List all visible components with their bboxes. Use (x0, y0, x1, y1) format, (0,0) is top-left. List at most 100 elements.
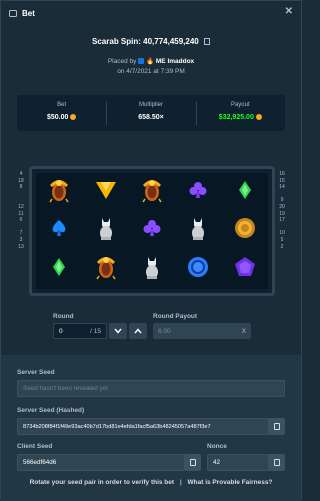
copy-icon (274, 459, 280, 466)
payline-number: 9 (280, 197, 284, 204)
payline-number: 5 (280, 236, 284, 243)
round-value: 0 (59, 327, 63, 335)
reel-cell (222, 250, 268, 289)
vip-badge-icon (138, 58, 145, 64)
rotate-seed-link[interactable]: Rotate your seed pair in order to verify… (30, 479, 174, 486)
round-next-button[interactable] (129, 323, 147, 339)
payline-number: 2 (280, 243, 284, 250)
payline-number: 15 (279, 177, 285, 184)
scarab-icon (47, 177, 71, 208)
provable-fairness-link[interactable]: What is Provable Fairness? (188, 479, 273, 486)
stat-payout: Payout $32,925.00 (195, 95, 285, 131)
payline-number: 13 (18, 243, 24, 250)
diamond-icon (52, 257, 66, 282)
username-link[interactable]: ME Imaddox (156, 58, 194, 65)
multiplier-x-icon: X (241, 327, 246, 335)
copy-hashed-button[interactable] (269, 418, 285, 435)
payline-number: 10 (279, 230, 285, 237)
reel-grid (36, 173, 268, 289)
pentagon-gem-icon (234, 256, 256, 283)
close-icon[interactable]: ✕ (285, 6, 293, 17)
spade-icon (50, 219, 68, 242)
payline-number: 12 (18, 203, 24, 210)
payline-numbers-right: 16 15 14 9 20 19 17 10 5 2 (278, 171, 286, 250)
payline-number: 11 (18, 210, 24, 217)
copy-client-seed-button[interactable] (185, 454, 201, 471)
reel-cell (36, 212, 82, 251)
scarab-icon (140, 177, 164, 208)
payline-number: 3 (19, 236, 23, 243)
client-seed-label: Client Seed (17, 443, 53, 450)
coin-icon (234, 217, 256, 244)
nonce-label: Nonce (207, 443, 227, 450)
bet-modal: Bet ✕ Scarab Spin: 40,774,459,240 Placed… (0, 0, 302, 501)
reel-cell (175, 212, 221, 251)
chevron-down-icon (114, 328, 122, 334)
stat-payout-label: Payout (230, 102, 250, 108)
stat-bet: Bet $50.00 (17, 95, 106, 131)
cat-statue-icon (144, 255, 160, 284)
coin-icon (70, 114, 77, 120)
payline-number: 17 (279, 217, 285, 224)
round-prev-button[interactable] (109, 323, 127, 339)
stat-multiplier-label: Multiplier (138, 102, 163, 108)
reel-cell (222, 173, 268, 212)
spin-title-text: Scarab Spin: 40,774,459,240 (92, 37, 199, 46)
coin-icon (255, 114, 262, 120)
footer-separator: | (179, 479, 182, 486)
reel-cell (175, 173, 221, 212)
club-icon (189, 181, 207, 204)
payline-number (278, 224, 286, 231)
stat-multiplier-value: 658.50× (138, 114, 164, 121)
reel-cell (36, 250, 82, 289)
reel-cell (82, 212, 128, 251)
chevron-up-icon (134, 328, 142, 334)
fairness-footer: Rotate your seed pair in order to verify… (1, 479, 301, 486)
slot-board (29, 166, 275, 296)
copy-icon[interactable] (203, 38, 210, 45)
ring-icon (186, 255, 210, 284)
reel-cell (36, 173, 82, 212)
round-payout-value: 6.00 (158, 327, 171, 335)
server-seed-label: Server Seed (17, 369, 55, 376)
cat-statue-icon (98, 216, 114, 245)
placed-info: Placed by 🔥 ME Imaddox on 4/7/2021 at 7:… (1, 57, 301, 77)
payline-number: 6 (19, 217, 23, 224)
copy-nonce-button[interactable] (269, 454, 285, 471)
round-payout-label: Round Payout (153, 313, 198, 320)
round-label: Round (53, 313, 74, 320)
ticket-icon (9, 9, 17, 17)
diamond-icon (238, 180, 252, 205)
payline-number (17, 197, 25, 204)
nonce-field[interactable]: 42 (207, 454, 269, 471)
copy-icon (274, 423, 280, 430)
title-bar: Bet ✕ (1, 1, 301, 25)
placed-date: on 4/7/2021 at 7:39 PM (117, 68, 185, 75)
cat-statue-icon (190, 216, 206, 245)
stat-multiplier: Multiplier 658.50× (106, 95, 195, 131)
reel-cell (175, 250, 221, 289)
reel-cell (129, 173, 175, 212)
payline-number: 19 (279, 210, 285, 217)
stat-bet-label: Bet (57, 102, 67, 108)
payline-number (17, 191, 25, 198)
stat-payout-value: $32,925.00 (218, 114, 254, 121)
payline-number: 18 (18, 177, 24, 184)
server-seed-hashed-label: Server Seed (Hashed) (17, 407, 85, 414)
round-payout-field: 6.00 X (153, 323, 251, 339)
client-seed-field[interactable]: 566edf64d6 (17, 454, 185, 471)
reel-cell (129, 212, 175, 251)
payline-number: 7 (19, 230, 23, 237)
reel-cell (82, 250, 128, 289)
server-seed-field[interactable]: Seed hasn't been revealed yet (17, 380, 285, 397)
payline-number: 4 (19, 171, 23, 177)
payline-number: 16 (279, 171, 285, 177)
payline-numbers-left: 4 18 8 12 11 6 7 3 13 (17, 171, 25, 250)
triangle-gem-icon (95, 180, 117, 205)
reel-cell (129, 250, 175, 289)
stat-bet-value: $50.00 (46, 114, 69, 121)
copy-icon (190, 459, 196, 466)
payline-number: 20 (279, 203, 285, 210)
round-input[interactable]: 0 / 15 (53, 323, 107, 339)
server-seed-hashed-field[interactable]: 8734b208f84f1f49e93ac40b7d17bd81e4efda1f… (17, 418, 269, 435)
